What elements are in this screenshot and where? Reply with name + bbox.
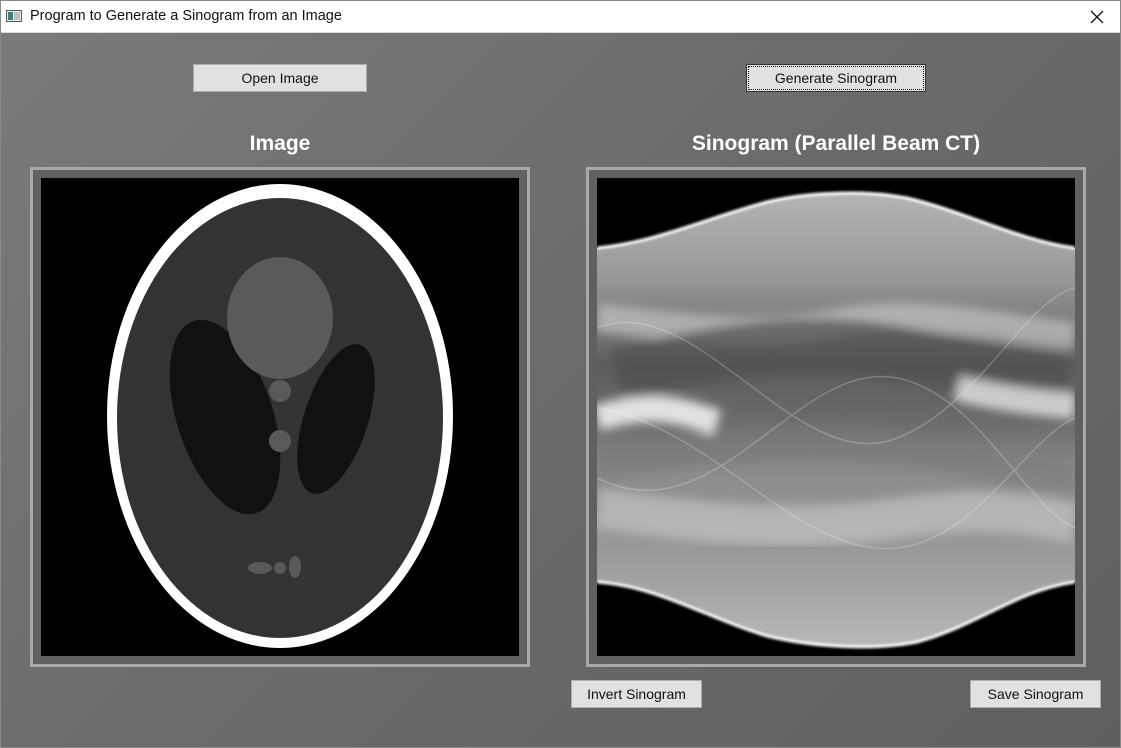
close-button[interactable]: [1074, 1, 1120, 32]
band-bright-left: [597, 395, 722, 436]
sinogram-panel-title: Sinogram (Parallel Beam CT): [691, 132, 981, 155]
open-image-button[interactable]: Open Image: [193, 64, 367, 92]
save-sinogram-button[interactable]: Save Sinogram: [970, 680, 1101, 708]
phantom-small-dot-top: [269, 380, 291, 402]
phantom-bottom-dot-right: [289, 556, 301, 578]
phantom-upper-lesion: [227, 257, 333, 379]
phantom-bottom-dot-mid: [274, 562, 286, 574]
image-viewport: [41, 178, 519, 656]
band-lower: [597, 488, 1075, 546]
sinogram-viewport: [597, 178, 1075, 656]
window-title: Program to Generate a Sinogram from an I…: [30, 8, 342, 24]
app-window-icon: [6, 10, 22, 22]
phantom-image: [41, 178, 519, 656]
phantom-bottom-dot-left: [248, 562, 272, 574]
image-frame: [30, 167, 530, 667]
sinogram-frame: [586, 167, 1086, 667]
sinogram-image: [597, 178, 1075, 656]
app-window: Program to Generate a Sinogram from an I…: [0, 0, 1121, 748]
generate-sinogram-button[interactable]: Generate Sinogram: [746, 64, 926, 92]
phantom-small-dot-mid: [269, 430, 291, 452]
image-panel-title: Image: [249, 132, 311, 155]
close-icon: [1090, 10, 1104, 23]
title-bar: Program to Generate a Sinogram from an I…: [1, 1, 1120, 33]
invert-sinogram-button[interactable]: Invert Sinogram: [571, 680, 702, 708]
